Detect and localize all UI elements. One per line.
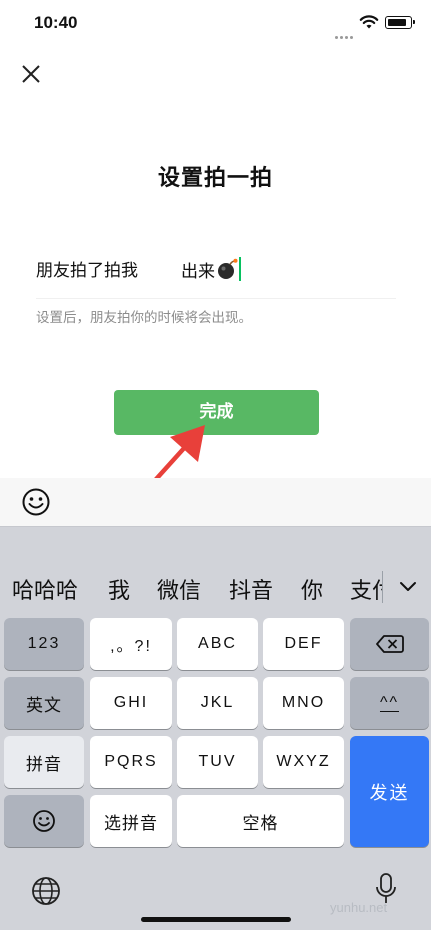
home-indicator[interactable] [141, 917, 291, 922]
chevron-down-icon[interactable] [398, 579, 418, 593]
key-def[interactable]: DEF [263, 618, 344, 670]
smile-icon[interactable] [21, 487, 51, 517]
bomb-emoji-icon [218, 258, 238, 279]
watermark-text: yunhu.net [330, 900, 388, 915]
key-wxyz[interactable]: WXYZ [263, 736, 344, 788]
key-abc[interactable]: ABC [177, 618, 258, 670]
signal-icon [335, 24, 355, 39]
input-divider [36, 298, 396, 299]
candidate-item[interactable]: 抖音 [229, 573, 273, 605]
candidate-item[interactable]: 支付 [350, 573, 382, 605]
candidate-item[interactable]: 你 [301, 573, 323, 605]
battery-icon [385, 16, 415, 29]
key-ghi[interactable]: GHI [90, 677, 172, 729]
candidate-separator [382, 571, 383, 603]
candidate-bar: 哈哈哈 我 微信 抖音 你 支付 [0, 526, 431, 614]
wifi-icon [359, 15, 379, 29]
key-jkl[interactable]: JKL [177, 677, 258, 729]
done-button[interactable]: 完成 [114, 390, 319, 435]
page-title: 设置拍一拍 [157, 166, 273, 191]
pat-suffix-input[interactable]: 出来 [181, 252, 391, 286]
key-select-pinyin[interactable]: 选拼音 [90, 795, 172, 847]
status-bar: 10:40 [0, 0, 431, 48]
text-caret [239, 257, 241, 281]
emoji-toolbar [0, 478, 431, 526]
pat-prefix-label: 朋友拍了拍我 [36, 261, 138, 281]
candidate-item[interactable]: 哈哈哈 [12, 573, 78, 605]
key-tuv[interactable]: TUV [177, 736, 258, 788]
status-time: 10:40 [34, 13, 78, 32]
smile-icon [33, 810, 55, 832]
key-pqrs[interactable]: PQRS [90, 736, 172, 788]
key-pinyin[interactable]: 拼音 [4, 736, 84, 788]
candidate-item[interactable]: 我 [108, 573, 130, 605]
key-mno[interactable]: MNO [263, 677, 344, 729]
close-icon[interactable] [20, 63, 42, 85]
keyboard: 哈哈哈 我 微信 抖音 你 支付 123 ,。?! ABC DEF 英文 GHI… [0, 526, 431, 930]
key-english[interactable]: 英文 [4, 677, 84, 729]
key-punctuation[interactable]: ,。?! [90, 618, 172, 670]
candidate-item[interactable]: 微信 [157, 573, 201, 605]
key-123[interactable]: 123 [4, 618, 84, 670]
pat-suffix-text: 出来 [181, 261, 215, 282]
key-face[interactable]: ^^ [350, 677, 429, 729]
backspace-button[interactable] [350, 618, 429, 670]
backspace-icon [375, 635, 404, 653]
space-key[interactable]: 空格 [177, 795, 344, 847]
hint-text: 设置后，朋友拍你的时候将会出现。 [36, 310, 252, 326]
pat-setting-row: 朋友拍了拍我 出来 [36, 252, 396, 286]
globe-icon[interactable] [30, 875, 62, 907]
emoji-key[interactable] [4, 795, 84, 847]
send-button[interactable]: 发送 [350, 736, 429, 847]
